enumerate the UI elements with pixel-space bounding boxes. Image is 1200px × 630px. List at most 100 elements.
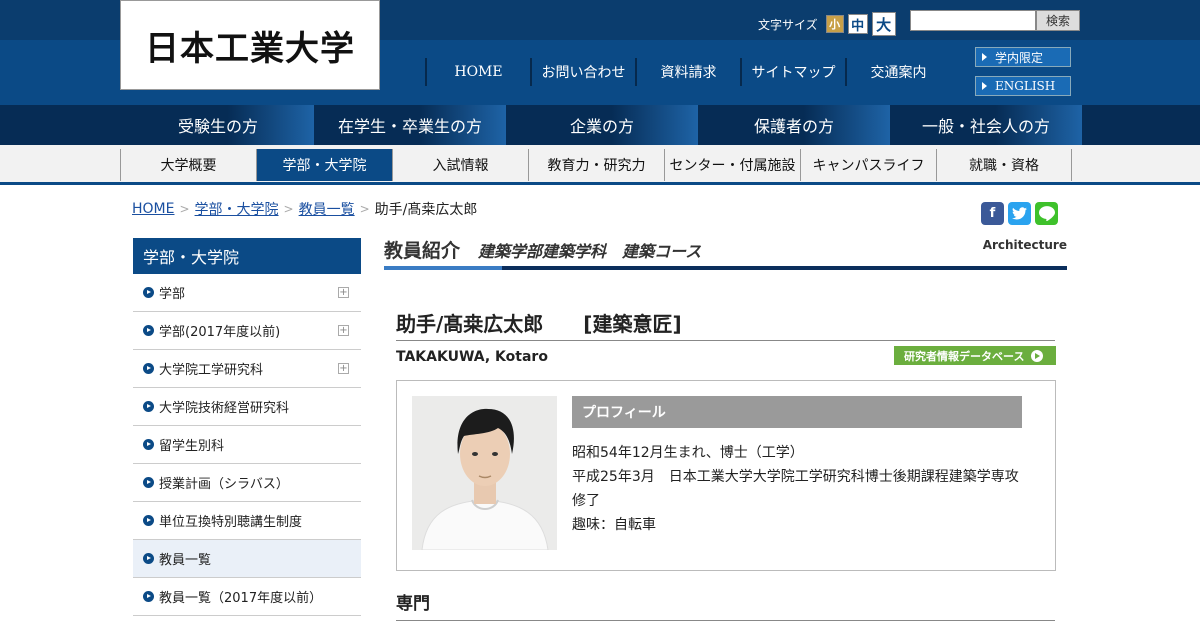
faculty-name: 助手/髙桒広太郎 [建築意匠] bbox=[396, 312, 682, 336]
sidebar-item-faculty-list-pre2017[interactable]: 教員一覧（2017年度以前） bbox=[133, 578, 361, 616]
sidebar-item-faculty[interactable]: 学部 + bbox=[133, 274, 361, 312]
intranet-button[interactable]: 学内限定 bbox=[975, 47, 1071, 67]
sidebar-item-label: 学部 bbox=[159, 287, 186, 302]
search-button[interactable]: 検索 bbox=[1036, 10, 1080, 31]
site-logo[interactable]: 日本工業大学 bbox=[120, 0, 380, 90]
faculty-photo bbox=[412, 396, 557, 550]
sidebar-item-label: 教員一覧（2017年度以前） bbox=[159, 591, 323, 606]
arrow-circle-icon bbox=[143, 401, 154, 412]
arrow-circle-icon bbox=[143, 287, 154, 298]
intranet-label: 学内限定 bbox=[995, 50, 1044, 65]
sidebar-item-faculty-pre2017[interactable]: 学部(2017年度以前) + bbox=[133, 312, 361, 350]
plus-icon[interactable]: + bbox=[338, 287, 349, 298]
profile-line-education: 平成25年3月 日本工業大学大学院工学研究科博士後期課程建築学専攻 bbox=[572, 469, 1019, 485]
nav-access[interactable]: 交通案内 bbox=[845, 58, 950, 86]
main-nav-faculties[interactable]: 学部・大学院 bbox=[256, 149, 392, 181]
arrow-circle-icon bbox=[143, 477, 154, 488]
sidebar: 学部・大学院 学部 + 学部(2017年度以前) + 大学院工学研究科 + 大学院技術… bbox=[133, 238, 361, 616]
audience-public[interactable]: 一般・社会人の方 bbox=[890, 105, 1082, 145]
profile-line-birth: 昭和54年12月生まれ、博士（工学） bbox=[572, 445, 804, 461]
divider bbox=[396, 620, 1055, 621]
arrow-right-icon bbox=[982, 53, 987, 61]
chevron-right-icon: > bbox=[283, 202, 294, 216]
sidebar-item-faculty-list[interactable]: 教員一覧 bbox=[133, 540, 361, 578]
plus-icon[interactable]: + bbox=[338, 325, 349, 336]
sidebar-item-label: 学部(2017年度以前) bbox=[159, 325, 281, 340]
audience-companies[interactable]: 企業の方 bbox=[506, 105, 698, 145]
arrow-circle-icon bbox=[143, 363, 154, 374]
title-underline-accent bbox=[384, 266, 502, 270]
sidebar-item-international[interactable]: 留学生別科 bbox=[133, 426, 361, 464]
sidebar-item-label: 授業計画（シラバス） bbox=[159, 477, 289, 492]
site-search: 検索 bbox=[910, 10, 1080, 31]
english-label: ENGLISH bbox=[995, 79, 1056, 93]
font-size-medium-button[interactable]: 中 bbox=[847, 14, 868, 34]
logo-text: 日本工業大学 bbox=[145, 28, 355, 69]
sidebar-item-label: 留学生別科 bbox=[159, 439, 225, 454]
audience-applicants[interactable]: 受験生の方 bbox=[122, 105, 314, 145]
audience-students-alumni[interactable]: 在学生・卒業生の方 bbox=[314, 105, 506, 145]
arrow-circle-icon bbox=[143, 553, 154, 564]
main-nav-about[interactable]: 大学概要 bbox=[120, 149, 256, 181]
researcher-database-button[interactable]: 研究者情報データベース bbox=[894, 346, 1056, 365]
utility-nav: HOME お問い合わせ 資料請求 サイトマップ 交通案内 bbox=[425, 58, 950, 86]
chevron-right-icon: > bbox=[359, 202, 370, 216]
twitter-icon[interactable] bbox=[1008, 202, 1031, 225]
arrow-circle-icon bbox=[143, 439, 154, 450]
breadcrumb-faculties[interactable]: 学部・大学院 bbox=[195, 199, 279, 219]
audience-nav: 受験生の方 在学生・卒業生の方 企業の方 保護者の方 一般・社会人の方 bbox=[0, 105, 1200, 145]
profile-box: プロフィール 昭和54年12月生まれ、博士（工学） 平成25年3月 日本工業大学… bbox=[396, 380, 1056, 571]
site-header: 日本工業大学 文字サイズ 小 中 大 検索 HOME お問い合わせ 資料請求 サ… bbox=[0, 0, 1200, 105]
nav-sitemap[interactable]: サイトマップ bbox=[740, 58, 845, 86]
researcher-database-label: 研究者情報データベース bbox=[904, 349, 1025, 363]
sidebar-item-label: 単位互換特別聴講生制度 bbox=[159, 515, 303, 530]
line-icon[interactable] bbox=[1035, 202, 1058, 225]
facebook-icon[interactable]: f bbox=[981, 202, 1004, 225]
profile-line-education-cont: 修了 bbox=[572, 493, 600, 509]
faculty-romaji: TAKAKUWA, Kotaro bbox=[396, 349, 548, 365]
divider bbox=[396, 340, 1055, 341]
page-title: 教員紹介 bbox=[384, 240, 461, 262]
font-size-label: 文字サイズ bbox=[758, 17, 818, 32]
sidebar-item-label: 大学院技術経営研究科 bbox=[159, 401, 290, 416]
main-nav-campus-life[interactable]: キャンパスライフ bbox=[800, 149, 936, 181]
nav-request-materials[interactable]: 資料請求 bbox=[635, 58, 740, 86]
main-nav-careers[interactable]: 就職・資格 bbox=[936, 149, 1072, 181]
title-underline bbox=[384, 266, 1067, 270]
search-input[interactable] bbox=[910, 10, 1036, 31]
nav-contact[interactable]: お問い合わせ bbox=[530, 58, 635, 86]
font-size-small-button[interactable]: 小 bbox=[825, 15, 844, 33]
page-tag: Architecture bbox=[982, 238, 1067, 252]
main-nav-centers[interactable]: センター・付属施設 bbox=[664, 149, 800, 181]
plus-icon[interactable]: + bbox=[338, 363, 349, 374]
nav-home[interactable]: HOME bbox=[425, 58, 530, 86]
arrow-right-icon bbox=[982, 82, 987, 90]
profile-line-hobby: 趣味：自転車 bbox=[572, 517, 656, 533]
social-share: f bbox=[981, 202, 1058, 225]
breadcrumb: HOME > 学部・大学院 > 教員一覧 > 助手/髙桒広太郎 bbox=[132, 199, 477, 219]
main-nav-admissions[interactable]: 入試情報 bbox=[392, 149, 528, 181]
breadcrumb-home[interactable]: HOME bbox=[132, 201, 174, 217]
main-nav: 大学概要 学部・大学院 入試情報 教育力・研究力 センター・付属施設 キャンパス… bbox=[0, 145, 1200, 185]
audience-parents[interactable]: 保護者の方 bbox=[698, 105, 890, 145]
sidebar-item-graduate-engineering[interactable]: 大学院工学研究科 + bbox=[133, 350, 361, 388]
arrow-circle-icon bbox=[143, 515, 154, 526]
sidebar-item-graduate-mot[interactable]: 大学院技術経営研究科 bbox=[133, 388, 361, 426]
page-title-row: 教員紹介 建築学部建築学科 建築コース Architecture bbox=[384, 232, 1067, 270]
sidebar-item-syllabus[interactable]: 授業計画（シラバス） bbox=[133, 464, 361, 502]
breadcrumb-current: 助手/髙桒広太郎 bbox=[374, 202, 478, 218]
english-button[interactable]: ENGLISH bbox=[975, 76, 1071, 96]
font-size-large-button[interactable]: 大 bbox=[871, 12, 896, 36]
arrow-circle-icon bbox=[1031, 349, 1044, 362]
profile-heading: プロフィール bbox=[572, 396, 1022, 428]
sidebar-item-credit-transfer[interactable]: 単位互換特別聴講生制度 bbox=[133, 502, 361, 540]
page-subtitle: 建築学部建築学科 建築コース bbox=[478, 242, 702, 261]
section-heading: 専門 bbox=[396, 594, 430, 614]
font-size-switcher: 文字サイズ 小 中 大 bbox=[758, 12, 896, 36]
chevron-right-icon: > bbox=[179, 202, 190, 216]
sidebar-item-label: 教員一覧 bbox=[159, 553, 212, 568]
sidebar-item-label: 大学院工学研究科 bbox=[159, 363, 264, 378]
header-side-buttons: 学内限定 ENGLISH bbox=[975, 47, 1071, 105]
breadcrumb-faculty-list[interactable]: 教員一覧 bbox=[299, 199, 355, 219]
main-nav-education-research[interactable]: 教育力・研究力 bbox=[528, 149, 664, 181]
